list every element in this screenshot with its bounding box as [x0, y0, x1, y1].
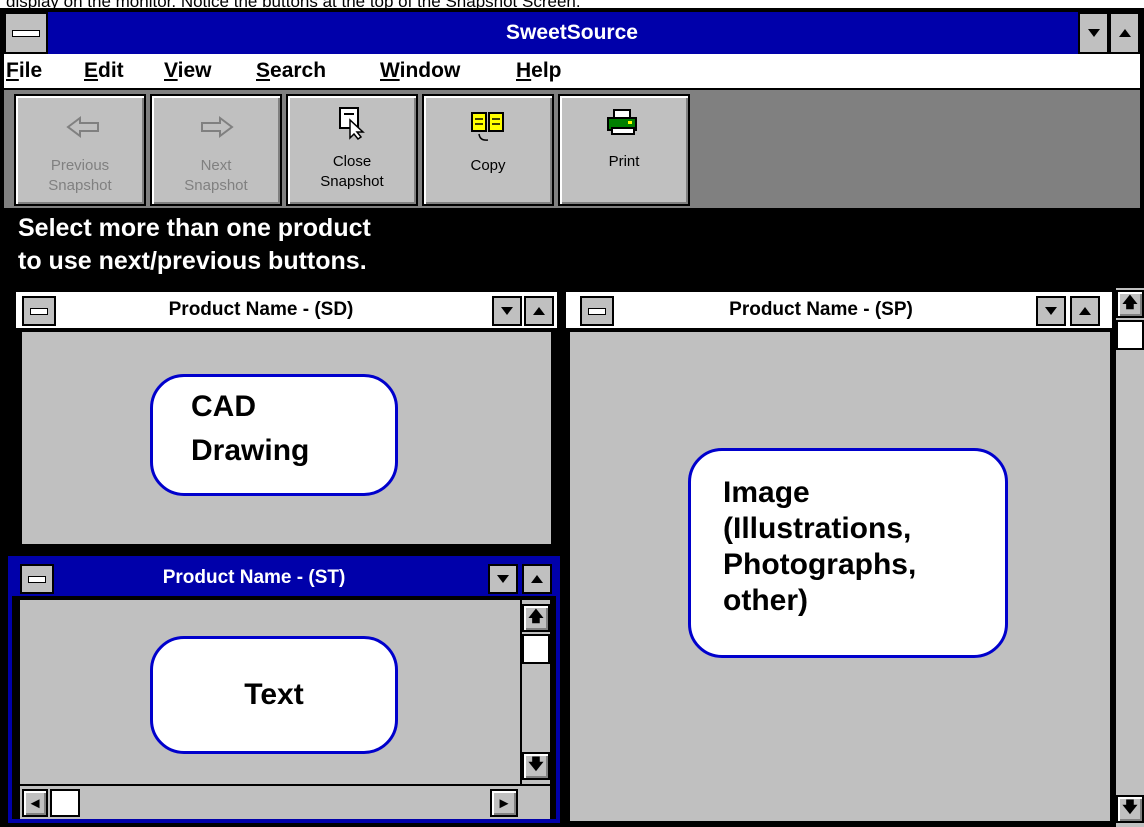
sd-window-title: Product Name - (SD): [168, 299, 354, 320]
workspace-scroll-down-button[interactable]: 🡇: [1116, 795, 1144, 823]
sp-system-menu-icon: [588, 308, 606, 315]
previous-label-1: Previous: [50, 157, 110, 174]
print-button[interactable]: Print: [558, 94, 690, 206]
child-window-sd[interactable]: Product Name - (SD) CAD Drawing: [14, 290, 559, 552]
next-label-1: Next: [200, 157, 232, 174]
scroll-left-button[interactable]: ◄: [22, 789, 48, 817]
sd-maximize-button[interactable]: [524, 296, 554, 326]
title-bar[interactable]: SweetSource: [4, 12, 1140, 54]
st-minimize-button[interactable]: [488, 564, 518, 594]
st-title-bar[interactable]: Product Name - (ST): [12, 560, 556, 598]
maximize-icon: [531, 575, 543, 583]
window-title: SweetSource: [506, 21, 638, 44]
text-label: Text: [244, 678, 304, 711]
maximize-button[interactable]: [1109, 12, 1140, 54]
minimize-icon: [501, 307, 513, 315]
next-label-2: Snapshot: [184, 177, 248, 194]
child-window-st[interactable]: Product Name - (ST) Text 🡅 🡇 ◄ ►: [8, 556, 560, 823]
image-line-4: other): [723, 584, 808, 617]
cad-line-2: Drawing: [191, 434, 310, 467]
next-snapshot-button[interactable]: Next Snapshot: [150, 94, 282, 206]
close-snapshot-button[interactable]: Close Snapshot: [286, 94, 418, 206]
st-horizontal-scrollbar[interactable]: ◄ ►: [20, 784, 550, 819]
st-system-menu-button[interactable]: [20, 564, 54, 594]
menu-edit[interactable]: Edit: [84, 59, 124, 83]
st-vertical-scrollbar[interactable]: 🡅 🡇: [520, 600, 550, 784]
close-label-2: Snapshot: [320, 173, 384, 190]
sp-window-title: Product Name - (SP): [729, 299, 913, 320]
scroll-up-button[interactable]: 🡅: [522, 604, 550, 632]
sd-minimize-button[interactable]: [492, 296, 522, 326]
sp-maximize-button[interactable]: [1070, 296, 1100, 326]
sd-system-menu-icon: [30, 308, 48, 315]
st-system-menu-icon: [28, 576, 46, 583]
sd-system-menu-button[interactable]: [22, 296, 56, 326]
menu-file[interactable]: File: [6, 59, 42, 83]
menu-view[interactable]: View: [164, 59, 212, 83]
workspace-scroll-thumb[interactable]: [1116, 320, 1144, 350]
st-window-title: Product Name - (ST): [162, 567, 346, 588]
maximize-icon: [533, 307, 545, 315]
print-label: Print: [608, 153, 640, 170]
menu-window[interactable]: Window: [380, 59, 460, 83]
maximize-icon: [1118, 29, 1131, 37]
instruction-line-1: Select more than one product: [18, 214, 371, 242]
vertical-scroll-thumb[interactable]: [522, 634, 550, 664]
instruction-message: Select more than one product to use next…: [4, 208, 1140, 288]
text-label-box: Text: [150, 636, 398, 754]
scroll-up-icon: 🡅: [1122, 293, 1138, 311]
st-maximize-button[interactable]: [522, 564, 552, 594]
sp-minimize-button[interactable]: [1036, 296, 1066, 326]
minimize-button[interactable]: [1078, 12, 1109, 54]
scroll-right-button[interactable]: ►: [490, 789, 518, 817]
scroll-left-icon: ◄: [27, 794, 43, 812]
arrow-left-icon: [66, 116, 99, 138]
scroll-down-icon: 🡇: [528, 755, 544, 773]
toolbar: Previous Snapshot Next Snapshot Close Sn…: [4, 90, 1140, 208]
sp-system-menu-button[interactable]: [580, 296, 614, 326]
child-window-sp[interactable]: Product Name - (SP) Image (Illustrations…: [564, 290, 1114, 823]
workspace-vertical-scrollbar[interactable]: 🡅 🡇: [1114, 288, 1144, 827]
cad-drawing-label-box: CAD Drawing: [150, 374, 398, 496]
previous-label-2: Snapshot: [48, 177, 112, 194]
menu-help[interactable]: Help: [516, 59, 562, 83]
menu-search[interactable]: Search: [256, 59, 326, 83]
sd-client-area: CAD Drawing: [22, 332, 551, 544]
minimize-icon: [1045, 307, 1057, 315]
maximize-icon: [1079, 307, 1091, 315]
horizontal-scroll-thumb[interactable]: [50, 789, 80, 817]
scroll-down-icon: 🡇: [1122, 798, 1138, 816]
image-line-3: Photographs,: [723, 548, 917, 581]
scroll-right-icon: ►: [496, 794, 512, 812]
printer-icon: [607, 109, 637, 135]
minimize-icon: [497, 575, 509, 583]
copy-button[interactable]: Copy: [422, 94, 554, 206]
copy-icon: [471, 112, 504, 141]
image-label-box: Image (Illustrations, Photographs, other…: [688, 448, 1008, 658]
image-line-2: (Illustrations,: [723, 512, 912, 545]
sp-client-area: Image (Illustrations, Photographs, other…: [570, 332, 1110, 821]
copy-label: Copy: [470, 157, 506, 174]
sd-title-bar[interactable]: Product Name - (SD): [16, 292, 557, 330]
image-line-1: Image: [723, 476, 810, 509]
menu-bar: File Edit View Search Window Help: [4, 54, 1140, 90]
st-client-area: Text: [20, 600, 520, 784]
instruction-line-2: to use next/previous buttons.: [18, 247, 367, 275]
cad-line-1: CAD: [191, 390, 256, 423]
minimize-icon: [1087, 29, 1100, 37]
previous-snapshot-button[interactable]: Previous Snapshot: [14, 94, 146, 206]
scroll-down-button[interactable]: 🡇: [522, 752, 550, 780]
scroll-up-icon: 🡅: [528, 607, 544, 625]
workspace-scroll-up-button[interactable]: 🡅: [1116, 290, 1144, 318]
close-label-1: Close: [332, 153, 372, 170]
arrow-right-icon: [201, 116, 234, 138]
close-snapshot-icon: [339, 107, 365, 140]
sp-title-bar[interactable]: Product Name - (SP): [566, 292, 1112, 330]
